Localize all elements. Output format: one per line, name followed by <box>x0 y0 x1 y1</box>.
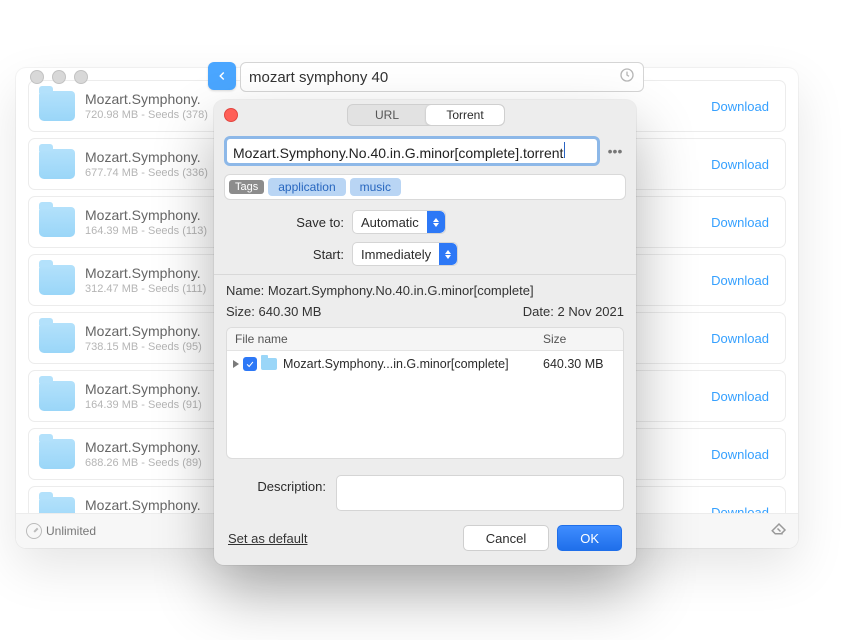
checkbox[interactable] <box>243 357 257 371</box>
folder-icon <box>39 149 75 179</box>
traffic-min-icon[interactable] <box>52 70 66 84</box>
download-link[interactable]: Download <box>711 389 775 404</box>
history-icon[interactable] <box>619 67 635 87</box>
filename-input[interactable]: Mozart.Symphony.No.40.in.G.minor[complet… <box>224 136 600 166</box>
start-select[interactable]: Immediately <box>352 242 458 266</box>
folder-icon <box>39 207 75 237</box>
chevron-updown-icon <box>439 243 457 265</box>
search-input[interactable]: mozart symphony 40 <box>240 62 644 92</box>
folder-icon <box>261 358 277 370</box>
traffic-close-icon[interactable] <box>30 70 44 84</box>
chevron-updown-icon <box>427 211 445 233</box>
source-tabs: URL Torrent <box>347 104 505 126</box>
column-size[interactable]: Size <box>543 332 623 346</box>
close-icon[interactable] <box>224 108 238 122</box>
cancel-button[interactable]: Cancel <box>463 525 549 551</box>
speedometer-icon <box>26 523 42 539</box>
more-options-button[interactable]: ••• <box>604 143 626 159</box>
folder-icon <box>39 323 75 353</box>
download-link[interactable]: Download <box>711 273 775 288</box>
table-header: File name Size <box>227 328 623 351</box>
tag-chip[interactable]: music <box>350 178 401 196</box>
add-download-dialog: URL Torrent Mozart.Symphony.No.40.in.G.m… <box>214 100 636 565</box>
tags-field[interactable]: Tags application music <box>224 174 626 200</box>
tab-torrent[interactable]: Torrent <box>426 105 504 125</box>
date-label: Date: <box>523 304 554 319</box>
name-value: Mozart.Symphony.No.40.in.G.minor[complet… <box>268 283 534 298</box>
search-query-text: mozart symphony 40 <box>249 69 388 86</box>
download-link[interactable]: Download <box>711 99 775 114</box>
file-size-cell: 640.30 MB <box>543 357 623 371</box>
date-value: 2 Nov 2021 <box>558 304 625 319</box>
file-list-table: File name Size Mozart.Symphony...in.G.mi… <box>226 327 624 459</box>
speed-label: Unlimited <box>46 524 96 538</box>
table-row[interactable]: Mozart.Symphony...in.G.minor[complete] 6… <box>227 351 623 377</box>
set-as-default-link[interactable]: Set as default <box>228 531 308 546</box>
file-name-cell: Mozart.Symphony...in.G.minor[complete] <box>283 357 543 371</box>
download-link[interactable]: Download <box>711 157 775 172</box>
start-value: Immediately <box>361 247 431 262</box>
column-file-name[interactable]: File name <box>227 332 543 346</box>
window-controls <box>24 70 88 84</box>
size-value: 640.30 MB <box>259 304 322 319</box>
download-link[interactable]: Download <box>711 215 775 230</box>
description-input[interactable] <box>336 475 624 511</box>
torrent-metadata: Name: Mozart.Symphony.No.40.in.G.minor[c… <box>226 283 624 319</box>
folder-icon <box>39 439 75 469</box>
folder-icon <box>39 381 75 411</box>
folder-icon <box>39 265 75 295</box>
start-label: Start: <box>224 247 352 262</box>
dialog-titlebar: URL Torrent <box>214 100 636 130</box>
save-to-value: Automatic <box>361 215 419 230</box>
tags-label: Tags <box>229 180 264 194</box>
eraser-icon[interactable] <box>770 521 788 542</box>
name-label: Name: <box>226 283 264 298</box>
save-to-label: Save to: <box>224 215 352 230</box>
download-link[interactable]: Download <box>711 331 775 346</box>
chevron-right-icon[interactable] <box>233 360 239 368</box>
ok-button[interactable]: OK <box>557 525 622 551</box>
tag-chip[interactable]: application <box>268 178 345 196</box>
save-to-select[interactable]: Automatic <box>352 210 446 234</box>
description-label: Description: <box>226 475 326 511</box>
tab-url[interactable]: URL <box>348 105 426 125</box>
chevron-left-icon <box>215 69 229 83</box>
download-link[interactable]: Download <box>711 447 775 462</box>
size-label: Size: <box>226 304 255 319</box>
filename-text: Mozart.Symphony.No.40.in.G.minor[complet… <box>233 142 565 161</box>
back-button[interactable] <box>208 62 236 90</box>
traffic-max-icon[interactable] <box>74 70 88 84</box>
